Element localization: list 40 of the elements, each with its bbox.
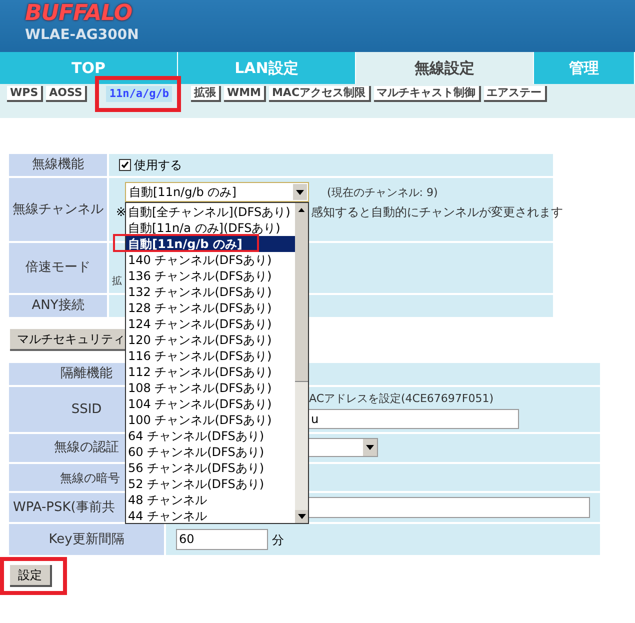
checkbox[interactable]	[119, 159, 131, 171]
highlight-frame	[0, 557, 67, 595]
sub-tab[interactable]: WPS	[7, 86, 44, 102]
sub-tab[interactable]: マルチキャスト制御	[374, 86, 481, 102]
dropdown-option[interactable]: 132 チャンネル(DFSあり)	[126, 284, 295, 300]
model-name: WLAE-AG300N	[25, 26, 140, 44]
dropdown-option[interactable]: 自動[全チャンネル](DFSあり)	[126, 204, 295, 220]
dropdown-arrow-icon	[298, 514, 306, 519]
dropdown-option[interactable]: 116 チャンネル(DFSあり)	[126, 348, 295, 364]
note-text: 感知すると自動的にチャンネルが変更されます	[311, 204, 563, 221]
row-label: 無線チャンネル	[9, 178, 109, 241]
sub-tab[interactable]: エアステー	[484, 86, 547, 102]
checkbox-label: 使用する	[134, 157, 182, 174]
dropdown-arrow-icon	[366, 445, 374, 450]
key-interval-field[interactable]: 60	[176, 529, 268, 550]
scroll-up-icon	[298, 208, 305, 212]
dropdown-option[interactable]: 140 チャンネル(DFSあり)	[126, 252, 295, 268]
sub-tab[interactable]: MACアクセス制限	[268, 86, 371, 102]
speed-text: 拡	[112, 274, 122, 289]
ssid-note: ACアドレスを設定(4CE67697F051)	[309, 391, 494, 407]
dropdown-option[interactable]: 136 チャンネル(DFSあり)	[126, 268, 295, 284]
unit-label: 分	[272, 532, 284, 548]
logo: BUFFALO	[25, 2, 133, 26]
channel-select[interactable]: 自動[11n/g/b のみ]	[125, 182, 309, 202]
current-channel: (現在のチャンネル: 9)	[327, 185, 438, 201]
submit-button[interactable]: 設定	[10, 565, 52, 587]
sub-tab[interactable]: AOSS	[46, 86, 88, 102]
row-label: 倍速モード	[9, 243, 109, 293]
scrollbar[interactable]	[295, 203, 308, 523]
sub-tab[interactable]: 拡張	[190, 86, 221, 102]
row-label: Key更新間隔	[9, 524, 166, 555]
row-label: ANY接続	[9, 295, 109, 317]
dropdown-option[interactable]: 自動[11n/a のみ](DFSあり)	[126, 220, 295, 236]
note-mark: ※	[116, 204, 126, 221]
dropdown-option[interactable]: 124 チャンネル(DFSあり)	[126, 316, 295, 332]
main-tab[interactable]: 無線設定	[356, 52, 534, 84]
dropdown-arrow-icon	[296, 190, 304, 194]
row-label: 無線機能	[9, 154, 109, 176]
sub-tab[interactable]: 11n/a/g/b	[106, 86, 172, 102]
sub-tab[interactable]: WMM	[224, 86, 266, 102]
